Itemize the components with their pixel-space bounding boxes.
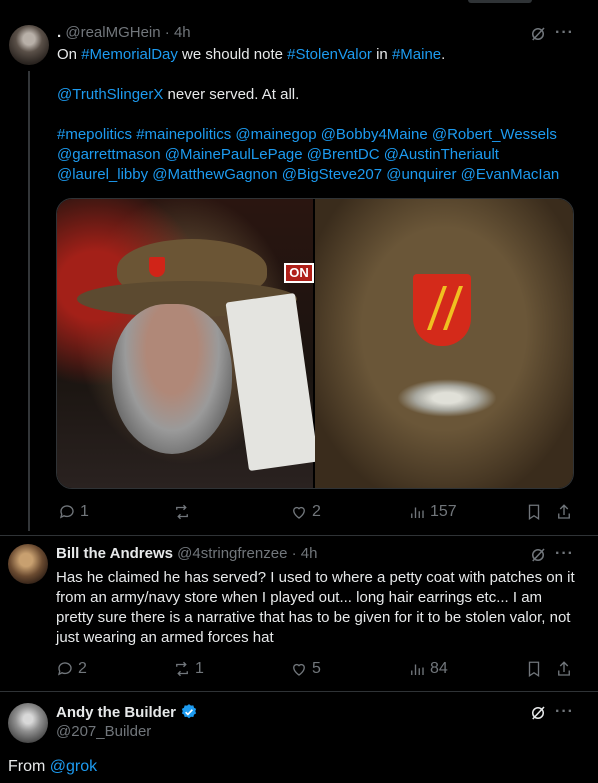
like-count: 5 (312, 660, 321, 677)
views-icon (411, 664, 424, 675)
display-name[interactable]: Bill the Andrews (56, 545, 173, 562)
tag-link[interactable]: @Robert_Wessels (432, 126, 557, 143)
tag-link[interactable]: @MainePaulLePage (165, 146, 303, 163)
text-span: On (57, 46, 82, 63)
text-span: . (441, 46, 446, 63)
bookmark-icon (528, 661, 540, 678)
more-options-icon[interactable]: ··· (555, 703, 574, 721)
avatar[interactable] (9, 25, 49, 65)
divider (0, 535, 598, 536)
tag-link[interactable]: @BigSteve207 (282, 166, 382, 183)
repost-button[interactable]: 1 (173, 660, 204, 678)
share-icon (558, 504, 570, 519)
separator: · (164, 24, 170, 41)
reply-count: 2 (78, 660, 87, 677)
divider (0, 691, 598, 692)
share-icon (558, 661, 570, 676)
avatar[interactable] (8, 703, 48, 743)
text-span: never served. At all. (163, 86, 300, 103)
reply-button[interactable]: 2 (56, 660, 87, 678)
bookmark-button[interactable] (525, 503, 543, 521)
view-count: 157 (430, 503, 457, 520)
media-grid: ON (56, 198, 574, 489)
reply-icon (57, 662, 72, 676)
tweet-header: . @realMGHein · 4h (57, 24, 191, 41)
display-name-row: Andy the Builder (56, 703, 198, 721)
tweet-text: Has he claimed he has served? I used to … (56, 569, 575, 646)
tag-link[interactable]: @EvanMacIan (461, 166, 560, 183)
tag-link[interactable]: @laurel_libby (57, 166, 148, 183)
tag-link[interactable]: @MatthewGagnon (152, 166, 277, 183)
bookmark-icon (528, 504, 540, 521)
tweet-line: On #MemorialDay we should note #StolenVa… (57, 45, 587, 65)
like-button[interactable]: 2 (290, 503, 321, 521)
text-span: From (8, 758, 50, 775)
tweet-text: From @grok (8, 758, 97, 776)
tags-block: #mepolitics #mainepolitics @mainegop @Bo… (57, 125, 587, 185)
share-button[interactable] (555, 660, 573, 678)
timestamp[interactable]: 4h (174, 24, 191, 41)
hashtag-link[interactable]: #MemorialDay (81, 46, 178, 63)
hashtag-link[interactable]: #Maine (392, 46, 441, 63)
tweet-line: @TruthSlingerX never served. At all. (57, 85, 587, 105)
tag-link[interactable]: @AustinTheriault (384, 146, 499, 163)
tag-link[interactable]: @unquirer (386, 166, 456, 183)
photo-hat-closeup[interactable] (315, 199, 573, 488)
timestamp[interactable]: 4h (301, 545, 318, 562)
views-button[interactable]: 84 (408, 660, 448, 678)
tag-link[interactable]: #mainepolitics (136, 126, 231, 143)
repost-count: 1 (195, 660, 204, 677)
repost-icon (176, 661, 188, 677)
views-button[interactable]: 157 (408, 503, 457, 521)
avatar[interactable] (8, 544, 48, 584)
grok-icon[interactable] (529, 25, 547, 43)
eagle-pin-shape (397, 379, 497, 417)
more-options-icon[interactable]: ··· (555, 545, 574, 563)
repost-button[interactable] (173, 503, 195, 521)
hashtag-link[interactable]: #StolenValor (287, 46, 372, 63)
patch-shape (149, 257, 165, 277)
tweet-text: On #MemorialDay we should note #StolenVa… (57, 45, 587, 185)
repost-icon (176, 504, 188, 520)
user-handle[interactable]: @realMGHein (65, 24, 160, 41)
view-count: 84 (430, 660, 448, 677)
views-icon (411, 507, 424, 518)
display-name[interactable]: . (57, 24, 61, 41)
tag-link[interactable]: @mainegop (235, 126, 316, 143)
grok-icon[interactable] (529, 546, 547, 564)
photo-selfie[interactable]: ON (57, 199, 319, 488)
separator: · (291, 545, 297, 562)
on-sign: ON (284, 263, 314, 283)
tag-link[interactable]: @BrentDC (307, 146, 380, 163)
tag-link[interactable]: @Bobby4Maine (321, 126, 428, 143)
heart-icon (293, 506, 305, 519)
text-span: in (371, 46, 392, 63)
heart-icon (293, 663, 305, 676)
like-count: 2 (312, 503, 321, 520)
grok-icon[interactable] (529, 704, 547, 722)
like-button[interactable]: 5 (290, 660, 321, 678)
mention-link[interactable]: @TruthSlingerX (57, 86, 163, 103)
text-span: we should note (177, 46, 288, 63)
user-handle[interactable]: @4stringfrenzee (177, 545, 287, 562)
tag-link[interactable]: @garrettmason (57, 146, 161, 163)
reply-count: 1 (80, 503, 89, 520)
face-shape (112, 304, 232, 454)
bookmark-button[interactable] (525, 660, 543, 678)
more-options-icon[interactable]: ··· (555, 24, 574, 42)
tweet-header: Bill the Andrews @4stringfrenzee · 4h (56, 545, 317, 562)
reply-button[interactable]: 1 (58, 503, 89, 521)
verified-badge-icon[interactable] (180, 703, 198, 721)
patch-shape (413, 274, 471, 346)
tag-link[interactable]: #mepolitics (57, 126, 132, 143)
mention-link[interactable]: @grok (50, 758, 97, 775)
top-bar-tab (468, 0, 532, 3)
share-button[interactable] (555, 503, 573, 521)
reply-icon (59, 505, 74, 519)
thread-line (28, 71, 30, 531)
display-name[interactable]: Andy the Builder (56, 704, 176, 721)
receipt-shape (225, 292, 319, 472)
user-handle[interactable]: @207_Builder (56, 723, 151, 740)
